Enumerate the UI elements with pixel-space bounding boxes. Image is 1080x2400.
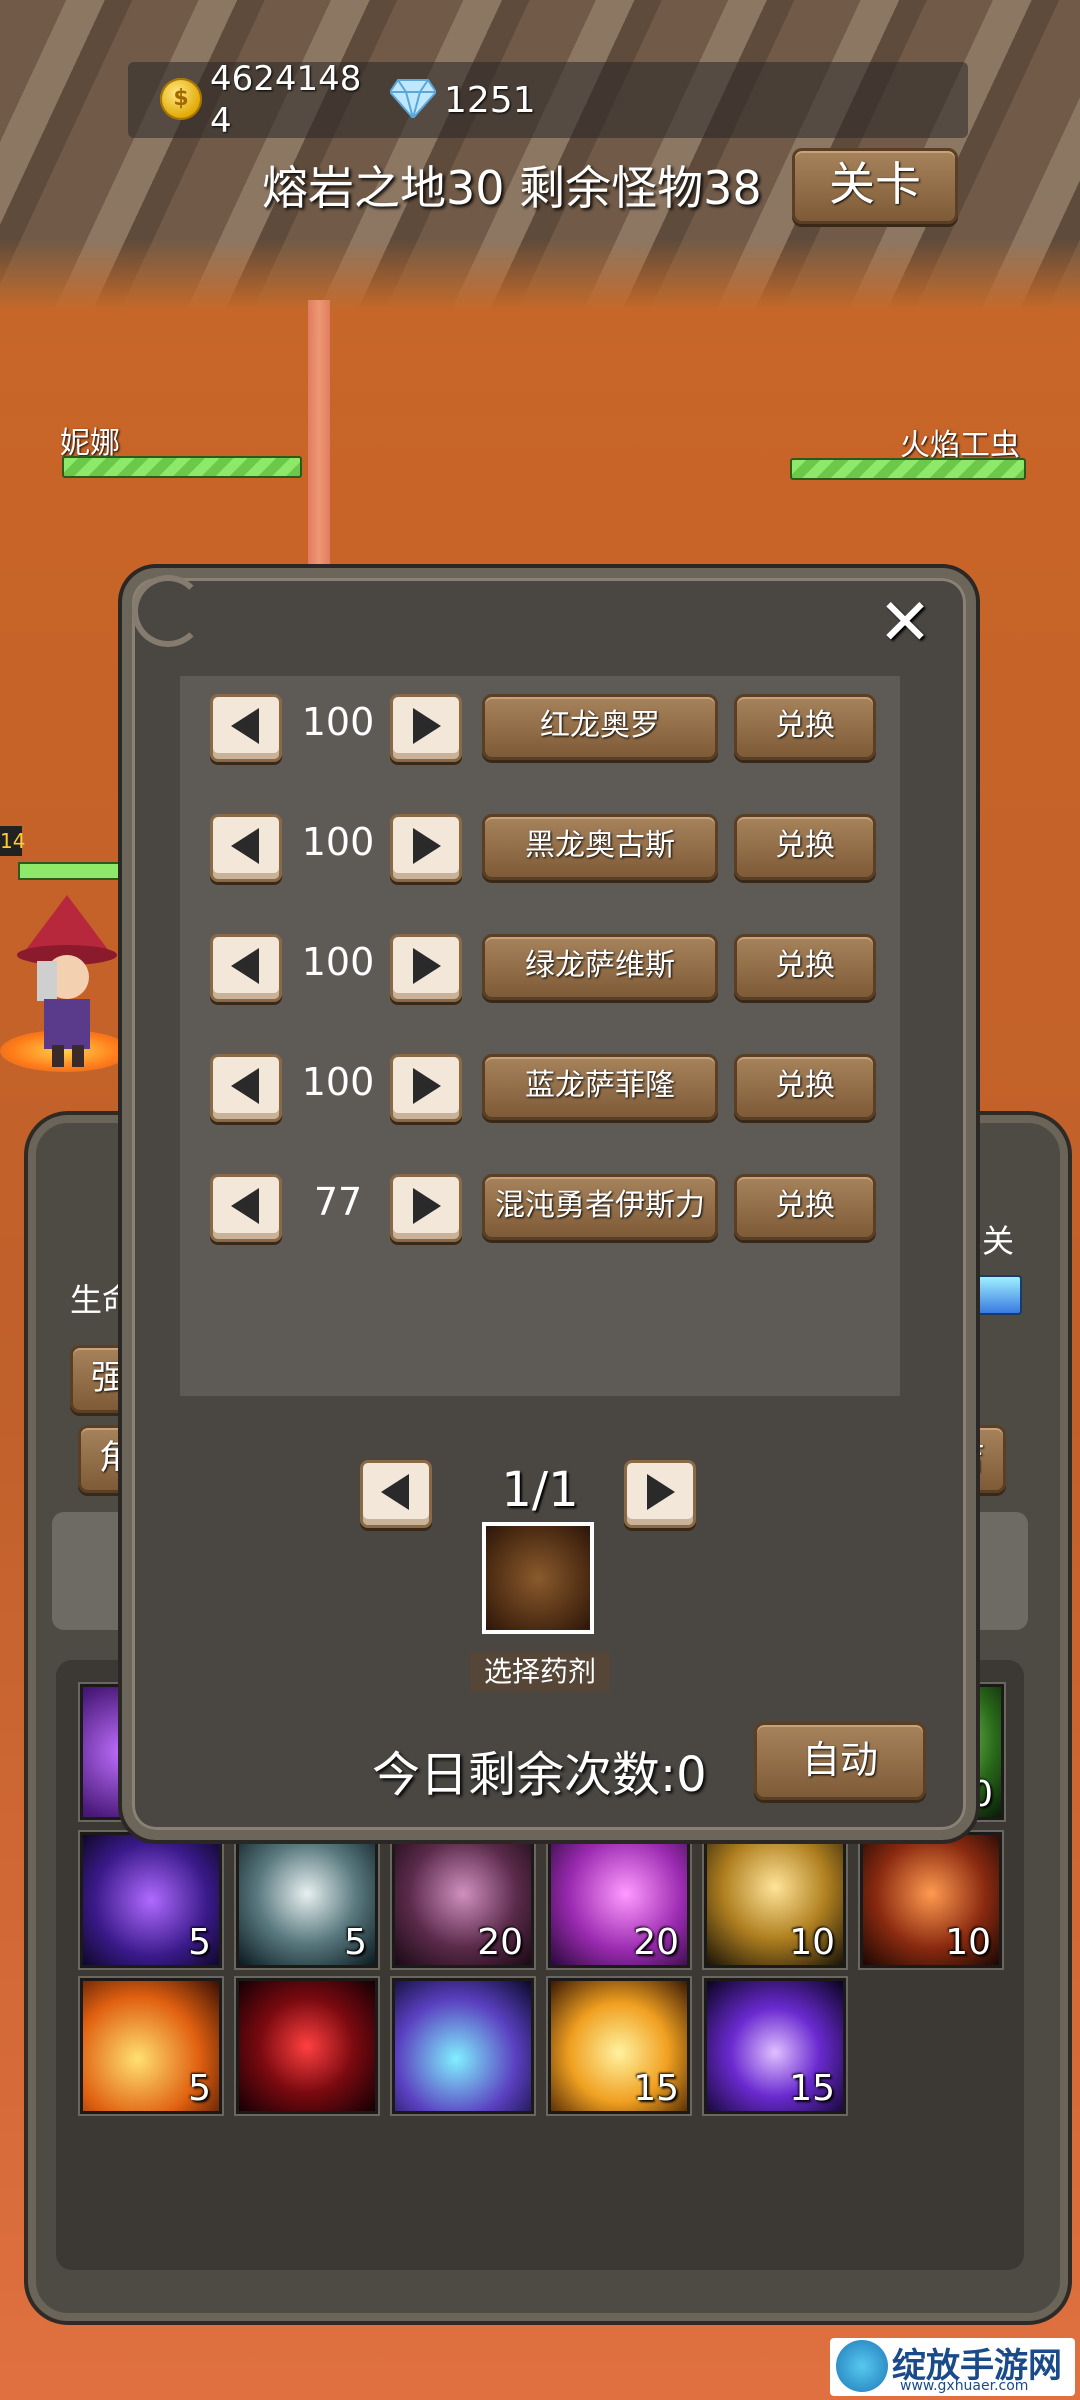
lava-beam	[308, 300, 330, 570]
skill-slot[interactable]: 10	[860, 1832, 1002, 1968]
gold-value: 46241484	[210, 59, 362, 141]
arrow-left-icon	[231, 1068, 259, 1104]
arrow-right-icon	[413, 708, 441, 744]
arrow-right-icon	[413, 1188, 441, 1224]
skill-slot[interactable]: 15	[548, 1978, 690, 2114]
skill-slot[interactable]: 5	[80, 1978, 222, 2114]
skill-slot[interactable]: 10	[704, 1832, 846, 1968]
skill-slot[interactable]: 5	[236, 1832, 378, 1968]
decrease-button[interactable]	[210, 814, 282, 882]
exchange-button[interactable]: 兑换	[734, 694, 876, 760]
skill-slot[interactable]	[236, 1978, 378, 2114]
increase-button[interactable]	[390, 934, 462, 1002]
exchange-button[interactable]: 兑换	[734, 1054, 876, 1120]
arrow-right-icon	[413, 1068, 441, 1104]
arrow-left-icon	[231, 828, 259, 864]
increase-button[interactable]	[390, 814, 462, 882]
arrow-left-icon	[231, 948, 259, 984]
decrease-button[interactable]	[210, 1174, 282, 1242]
enemy-hp-bar	[790, 458, 1026, 480]
skill-count: 5	[344, 1922, 367, 1963]
exchange-amount: 100	[301, 940, 375, 984]
gold-coin-icon: $	[160, 78, 202, 120]
decrease-button[interactable]	[210, 694, 282, 762]
skill-count: 15	[633, 2068, 679, 2109]
hero-name-button[interactable]: 黑龙奥古斯	[482, 814, 718, 880]
player-hp-bar	[62, 456, 302, 478]
stage-button[interactable]: 关卡	[792, 148, 958, 224]
skill-count: 20	[633, 1922, 679, 1963]
exchange-amount: 100	[301, 820, 375, 864]
skill-count: 15	[789, 2068, 835, 2109]
exchange-amount: 77	[313, 1180, 363, 1224]
hero-name-button[interactable]: 红龙奥罗	[482, 694, 718, 760]
page-indicator: 1/1	[501, 1462, 579, 1518]
ornament-swirl	[132, 575, 204, 647]
hero-name-button[interactable]: 混沌勇者伊斯力	[482, 1174, 718, 1240]
arrow-right-icon	[413, 948, 441, 984]
stage-info: 熔岩之地30 剩余怪物38	[262, 161, 762, 215]
level-tag: 14	[0, 826, 25, 856]
skill-slot[interactable]: 20	[548, 1832, 690, 1968]
prev-page-button[interactable]	[360, 1460, 432, 1528]
watermark-url: www.gxhuaer.com	[900, 2378, 1029, 2394]
skill-count: 5	[188, 2068, 211, 2109]
arrow-right-icon	[647, 1474, 675, 1510]
arrow-right-icon	[413, 828, 441, 864]
diamond-icon	[390, 79, 436, 118]
skill-slot[interactable]	[392, 1978, 534, 2114]
skill-count: 20	[477, 1922, 523, 1963]
select-potion-label[interactable]: 选择药剂	[470, 1652, 610, 1692]
skill-count: 10	[945, 1922, 991, 1963]
skill-slot[interactable]: 15	[704, 1978, 846, 2114]
skill-count: 10	[789, 1922, 835, 1963]
decrease-button[interactable]	[210, 934, 282, 1002]
exchange-button[interactable]: 兑换	[734, 814, 876, 880]
potion-slot[interactable]	[482, 1522, 594, 1634]
close-icon[interactable]: ✕	[872, 590, 938, 656]
next-page-button[interactable]	[624, 1460, 696, 1528]
hero-name-button[interactable]: 绿龙萨维斯	[482, 934, 718, 1000]
decrease-button[interactable]	[210, 1054, 282, 1122]
exchange-amount: 100	[301, 700, 375, 744]
arrow-left-icon	[231, 1188, 259, 1224]
arrow-left-icon	[381, 1474, 409, 1510]
exchange-amount: 100	[301, 1060, 375, 1104]
hero-name-button[interactable]: 蓝龙萨菲隆	[482, 1054, 718, 1120]
skill-slot[interactable]: 5	[80, 1832, 222, 1968]
skill-slot[interactable]: 20	[392, 1832, 534, 1968]
witch-hero-sprite	[17, 895, 117, 1067]
exchange-button[interactable]: 兑换	[734, 934, 876, 1000]
arrow-left-icon	[231, 708, 259, 744]
watermark-icon	[836, 2340, 888, 2392]
diamond-value: 1251	[444, 80, 536, 121]
remaining-count: 今日剩余次数:0	[372, 1747, 707, 1803]
increase-button[interactable]	[390, 1174, 462, 1242]
exchange-list	[180, 676, 900, 1396]
skill-count: 5	[188, 1922, 211, 1963]
hero-hp-bar	[18, 862, 122, 880]
exchange-button[interactable]: 兑换	[734, 1174, 876, 1240]
increase-button[interactable]	[390, 1054, 462, 1122]
increase-button[interactable]	[390, 694, 462, 762]
auto-button[interactable]: 自动	[754, 1722, 926, 1800]
